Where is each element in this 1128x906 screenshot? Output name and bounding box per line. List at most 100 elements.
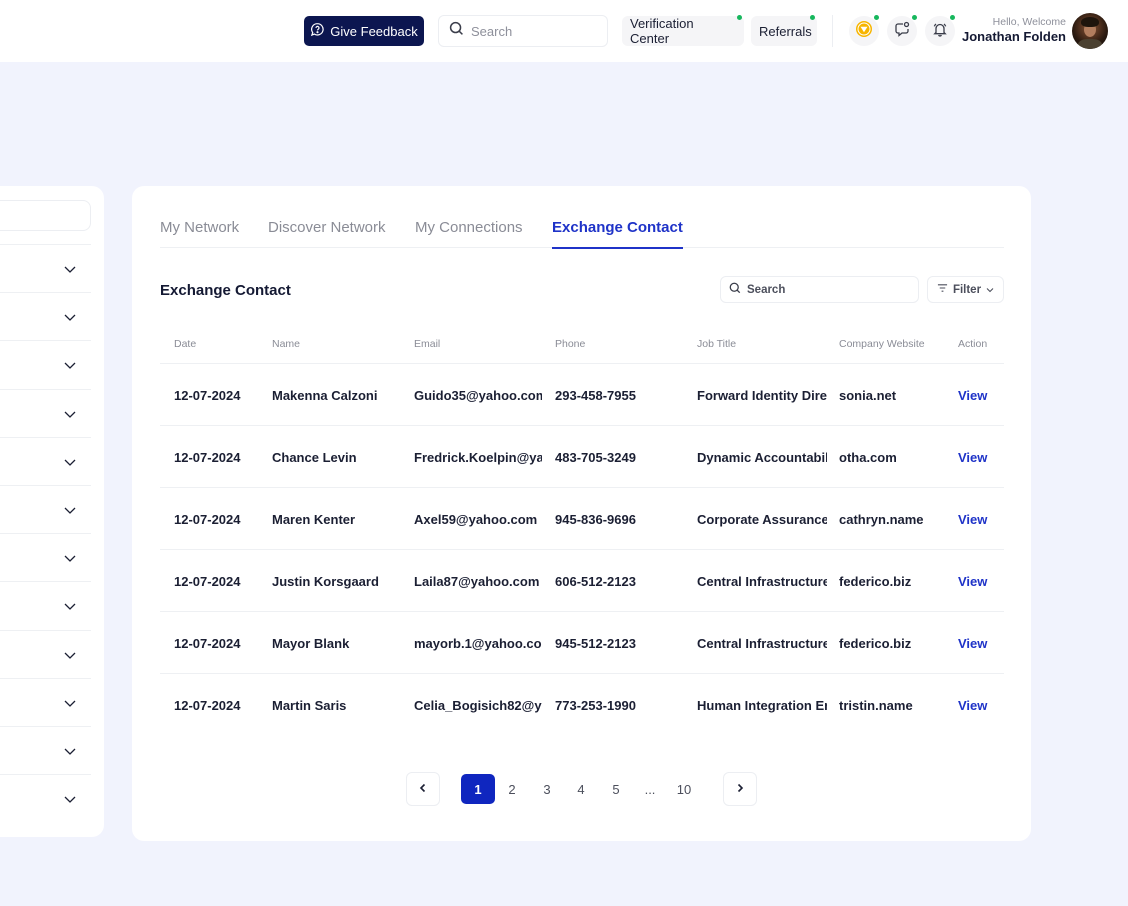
search-icon xyxy=(729,281,741,299)
left-panel-row[interactable] xyxy=(0,774,91,822)
cell-name: Justin Korsgaard xyxy=(272,574,379,589)
coin-icon xyxy=(855,20,873,43)
verification-center-button[interactable]: Verification Center xyxy=(622,15,744,46)
left-panel-row[interactable] xyxy=(0,244,91,292)
left-panel-search[interactable] xyxy=(0,200,91,231)
tab-discover-network[interactable]: Discover Network xyxy=(268,219,386,248)
cell-company-website: sonia.net xyxy=(839,388,897,403)
cell-email: Laila87@yahoo.com xyxy=(414,574,540,589)
notification-dot xyxy=(810,15,815,20)
avatar-shirt xyxy=(1078,39,1102,49)
give-feedback-button[interactable]: Give Feedback xyxy=(304,16,424,46)
chevron-down-icon xyxy=(63,262,77,276)
chevron-down-icon xyxy=(986,284,994,296)
page-3-button[interactable]: 3 xyxy=(530,774,564,804)
table-row: 12-07-2024 Chance Levin Fredrick.Koelpin@y… xyxy=(160,426,1004,488)
cell-job-title: Dynamic Accountability xyxy=(697,450,827,465)
cell-date: 12-07-2024 xyxy=(174,698,241,713)
divider xyxy=(832,15,833,47)
previous-page-button[interactable] xyxy=(406,772,440,806)
left-panel-row[interactable] xyxy=(0,677,91,726)
table-search-input[interactable] xyxy=(747,283,907,296)
cell-date: 12-07-2024 xyxy=(174,636,241,651)
tab-my-network[interactable]: My Network xyxy=(160,219,239,248)
view-link[interactable]: View xyxy=(958,450,998,467)
left-panel-row[interactable] xyxy=(0,485,91,533)
table-row: 12-07-2024 Makenna Calzoni Guido35@yahoo.c… xyxy=(160,364,1004,426)
view-link[interactable]: View xyxy=(958,512,998,529)
cell-email: Guido35@yahoo.com xyxy=(414,388,542,403)
chevron-down-icon xyxy=(63,455,77,469)
coin-button[interactable] xyxy=(849,15,879,46)
contacts-table: Date Name Email Phone Job Title Company … xyxy=(160,326,1004,736)
referrals-button[interactable]: Referrals xyxy=(751,15,817,46)
table-search-box[interactable] xyxy=(720,276,919,303)
view-link[interactable]: View xyxy=(958,388,998,405)
notification-dot xyxy=(912,15,917,20)
table-header: Date Name Email Phone Job Title Company … xyxy=(160,326,1004,364)
cell-phone: 293-458-7955 xyxy=(555,388,636,403)
left-panel-row[interactable] xyxy=(0,629,91,678)
next-page-button[interactable] xyxy=(723,772,757,806)
table-body: 12-07-2024 Makenna Calzoni Guido35@yahoo.c… xyxy=(160,364,1004,736)
left-panel-row[interactable] xyxy=(0,388,91,437)
left-panel-row[interactable] xyxy=(0,726,91,774)
view-link[interactable]: View xyxy=(958,636,998,653)
column-header-email[interactable]: Email xyxy=(414,338,542,350)
column-header-job-title[interactable]: Job Title xyxy=(697,338,827,350)
chevron-down-icon xyxy=(63,503,77,517)
left-panel-row[interactable] xyxy=(0,340,91,388)
cell-date: 12-07-2024 xyxy=(174,450,241,465)
cell-date: 12-07-2024 xyxy=(174,574,241,589)
cell-phone: 606-512-2123 xyxy=(555,574,636,589)
left-filter-panel xyxy=(0,186,104,837)
page-5-button[interactable]: 5 xyxy=(599,774,633,804)
cell-company-website: otha.com xyxy=(839,450,897,465)
left-panel-row[interactable] xyxy=(0,436,91,485)
top-search-input[interactable] xyxy=(471,23,591,39)
greeting-text: Hello, Welcome xyxy=(992,16,1066,28)
column-header-action: Action xyxy=(958,338,988,350)
tab-my-connections[interactable]: My Connections xyxy=(415,219,523,248)
cell-company-website: cathryn.name xyxy=(839,512,924,527)
cell-job-title: Corporate Assurance xyxy=(697,512,827,527)
column-header-name[interactable]: Name xyxy=(272,338,407,350)
left-panel-row[interactable] xyxy=(0,533,91,581)
cell-job-title: Forward Identity Director xyxy=(697,388,827,403)
notifications-button[interactable] xyxy=(925,15,955,46)
view-link[interactable]: View xyxy=(958,698,998,715)
referrals-label: Referrals xyxy=(759,23,812,39)
column-header-phone[interactable]: Phone xyxy=(555,338,683,350)
page-1-button[interactable]: 1 xyxy=(461,774,495,804)
chevron-left-icon xyxy=(419,780,427,798)
page-10-button[interactable]: 10 xyxy=(667,774,701,804)
cell-phone: 773-253-1990 xyxy=(555,698,636,713)
filter-icon xyxy=(937,283,948,296)
tab-exchange-contact[interactable]: Exchange Contact xyxy=(552,219,683,249)
filter-button[interactable]: Filter xyxy=(927,276,1004,303)
top-search-box[interactable] xyxy=(438,15,608,47)
chevron-down-icon xyxy=(63,696,77,710)
section-title: Exchange Contact xyxy=(160,282,291,299)
tab-bar: My Network Discover Network My Connectio… xyxy=(160,216,1004,249)
view-link[interactable]: View xyxy=(958,574,998,591)
cell-email: Axel59@yahoo.com xyxy=(414,512,538,527)
feedback-icon xyxy=(310,22,325,40)
main-card: My Network Discover Network My Connectio… xyxy=(132,186,1031,841)
table-row: 12-07-2024 Martin Saris Celia_Bogisich82@y… xyxy=(160,674,1004,736)
cell-job-title: Central Infrastructure xyxy=(697,636,827,651)
chat-icon xyxy=(894,21,910,42)
left-panel-row[interactable] xyxy=(0,292,91,340)
cell-name: Chance Levin xyxy=(272,450,357,465)
left-panel-row[interactable] xyxy=(0,581,91,629)
page-4-button[interactable]: 4 xyxy=(564,774,598,804)
chevron-down-icon xyxy=(63,792,77,806)
column-header-company-website[interactable]: Company Website xyxy=(839,338,949,350)
column-header-date[interactable]: Date xyxy=(174,338,264,350)
avatar[interactable] xyxy=(1072,13,1108,49)
messages-button[interactable] xyxy=(887,15,917,46)
table-row: 12-07-2024 Mayor Blank mayorb.1@yahoo.com 9… xyxy=(160,612,1004,674)
chevron-down-icon xyxy=(63,744,77,758)
page-2-button[interactable]: 2 xyxy=(495,774,529,804)
chevron-down-icon xyxy=(63,358,77,372)
